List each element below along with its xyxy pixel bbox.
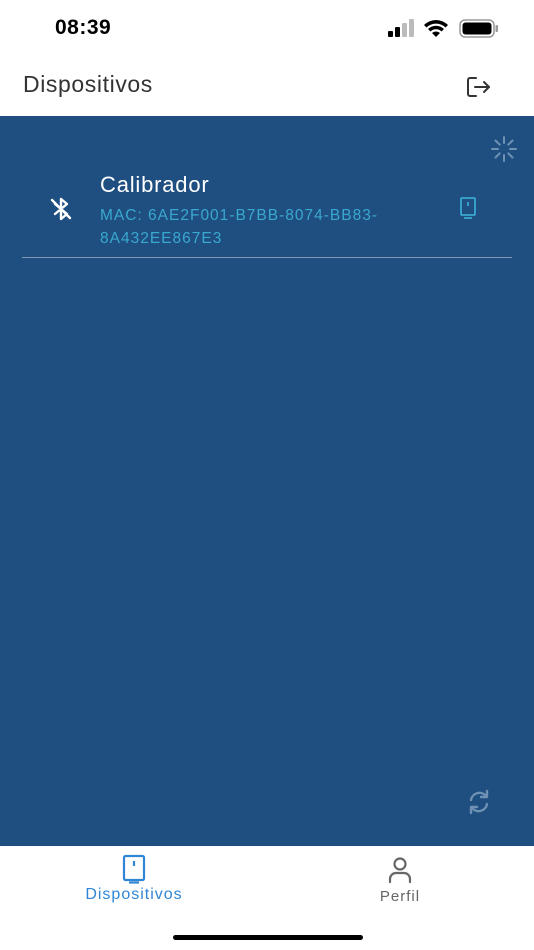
loading-spinner-icon — [491, 136, 517, 162]
status-bar: 08:39 — [0, 0, 534, 58]
nav-tab-perfil[interactable]: Perfil — [300, 850, 500, 910]
nav-tab-dispositivos[interactable]: Dispositivos — [34, 850, 234, 910]
nav-label-dispositivos: Dispositivos — [85, 886, 183, 903]
status-time: 08:39 — [55, 16, 112, 39]
page-title: Dispositivos — [23, 71, 153, 97]
battery-icon — [459, 19, 498, 38]
logout-button[interactable] — [462, 70, 496, 104]
home-indicator — [173, 935, 363, 940]
refresh-icon[interactable] — [465, 788, 493, 816]
device-mac: MAC: 6AE2F001-B7BB-8074-BB83-8A432EE867E… — [100, 207, 378, 247]
device-list-item[interactable]: Calibrador MAC: 6AE2F001-B7BB-8074-BB83-… — [22, 166, 512, 258]
device-name: Calibrador — [100, 172, 210, 197]
device-icon[interactable] — [458, 196, 478, 220]
nav-label-perfil: Perfil — [379, 888, 421, 905]
device-list-panel: Calibrador MAC: 6AE2F001-B7BB-8074-BB83-… — [0, 116, 534, 846]
signal-icon — [388, 19, 414, 37]
logout-icon — [467, 77, 490, 97]
app-header: Dispositivos — [0, 58, 534, 116]
bluetooth-disabled-icon — [50, 197, 72, 221]
person-icon — [388, 857, 412, 884]
bottom-nav: Dispositivos Perfil — [0, 846, 534, 950]
device-icon — [122, 854, 146, 884]
wifi-icon — [424, 20, 448, 37]
